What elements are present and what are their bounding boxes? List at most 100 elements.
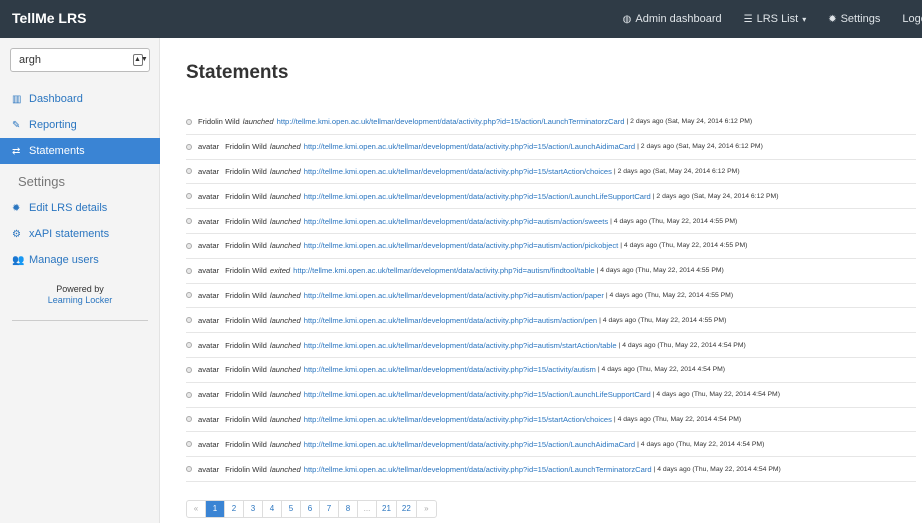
sidebar-item-label: Reporting bbox=[29, 119, 77, 131]
sidebar-item-reporting[interactable]: ✎ Reporting bbox=[0, 112, 160, 138]
statement-actor: Fridolin Wild bbox=[225, 315, 267, 325]
statement-verb: exited bbox=[269, 266, 291, 276]
statement-timestamp: | 2 days ago (Sat, May 24, 2014 6:12 PM) bbox=[637, 143, 763, 151]
statement-row: avatar Fridolin Wild launched http://tellme… bbox=[186, 135, 916, 160]
brand-logo[interactable]: TellMe LRS bbox=[12, 10, 86, 26]
statement-row: avatar Fridolin Wild launched http://tellme… bbox=[186, 160, 916, 185]
pagination: «1 2 3 4 5 6 7 8... 21 22» bbox=[186, 500, 437, 518]
avatar-icon bbox=[186, 193, 192, 200]
avatar-icon bbox=[186, 391, 192, 398]
statement-activity-link[interactable]: http://tellme.kmi.open.ac.uk/tellmar/dev… bbox=[304, 192, 651, 201]
avatar-icon bbox=[186, 168, 192, 175]
statement-activity-link[interactable]: http://tellme.kmi.open.ac.uk/tellmar/dev… bbox=[304, 291, 604, 300]
page-8[interactable]: 8 bbox=[339, 501, 358, 517]
statement-activity-link[interactable]: http://tellme.kmi.open.ac.uk/tellmar/dev… bbox=[304, 316, 597, 325]
statement-activity-link[interactable]: http://tellme.kmi.open.ac.uk/tellmar/dev… bbox=[304, 365, 596, 374]
avatar-label: avatar bbox=[198, 315, 220, 325]
page-21[interactable]: 21 bbox=[377, 501, 397, 517]
avatar-label: avatar bbox=[198, 266, 220, 276]
sidebar: argh ▲▼ ▥ Dashboard ✎ Reporting ⇄ Statem… bbox=[0, 38, 160, 523]
statement-row: avatar Fridolin Wild launched http://tellme… bbox=[186, 333, 916, 358]
avatar-label: avatar bbox=[198, 439, 220, 449]
page-7[interactable]: 7 bbox=[320, 501, 339, 517]
statement-row: avatar Fridolin Wild launched http://tellme… bbox=[186, 457, 916, 482]
statement-row: avatar Fridolin Wild launched http://tellme… bbox=[186, 432, 916, 458]
nav-admin-dashboard[interactable]: ◍ Admin dashboard bbox=[623, 13, 722, 25]
nav-lrs-list[interactable]: ☰ LRS List ▾ bbox=[744, 13, 807, 25]
statement-activity-link[interactable]: http://tellme.kmi.open.ac.uk/tellmar/dev… bbox=[304, 142, 635, 151]
avatar-icon bbox=[186, 366, 192, 373]
avatar-icon bbox=[186, 317, 192, 324]
gear-icon: ✹ bbox=[12, 202, 21, 214]
statement-row: avatar Fridolin Wild exited http://tellme.k… bbox=[186, 259, 916, 284]
statement-timestamp: | 2 days ago (Sat, May 24, 2014 6:12 PM) bbox=[613, 167, 740, 175]
statement-row: Fridolin Wild launched http://tellme.kmi.o… bbox=[186, 110, 916, 135]
avatar-icon bbox=[186, 466, 192, 473]
sidebar-item-label: Edit LRS details bbox=[29, 202, 108, 214]
statement-actor: Fridolin Wild bbox=[225, 216, 267, 226]
statement-activity-link[interactable]: http://tellme.kmi.open.ac.uk/tellmar/dev… bbox=[304, 390, 651, 399]
avatar-icon bbox=[186, 218, 192, 225]
statement-actor: Fridolin Wild bbox=[225, 414, 267, 424]
chevron-down-icon: ▾ bbox=[802, 14, 807, 24]
nav-admin-dashboard-label: Admin dashboard bbox=[635, 13, 722, 25]
nav-logout[interactable]: Logout bbox=[902, 13, 922, 25]
page-title: Statements bbox=[186, 62, 289, 83]
powered-by: Powered by Learning Locker bbox=[12, 284, 148, 321]
avatar-label: avatar bbox=[198, 365, 220, 375]
page-22[interactable]: 22 bbox=[397, 501, 417, 517]
statement-timestamp: | 2 days ago (Sat, May 24, 2014 6:12 PM) bbox=[626, 118, 753, 126]
top-navbar: TellMe LRS ◍ Admin dashboard ☰ LRS List … bbox=[0, 0, 922, 38]
sidebar-item-manage-users[interactable]: 👥 Manage users bbox=[0, 247, 160, 273]
statement-actor: Fridolin Wild bbox=[225, 390, 267, 400]
statement-actor: Fridolin Wild bbox=[225, 290, 267, 300]
statement-timestamp: | 4 days ago (Thu, May 22, 2014 4:55 PM) bbox=[605, 291, 734, 299]
avatar-icon bbox=[186, 416, 192, 423]
statement-activity-link[interactable]: http://tellme.kmi.open.ac.uk/tellmar/dev… bbox=[304, 440, 635, 449]
nav-settings[interactable]: ✹ Settings bbox=[828, 13, 880, 25]
statement-activity-link[interactable]: http://tellme.kmi.open.ac.uk/tellmar/dev… bbox=[304, 217, 608, 226]
page-next-button[interactable]: » bbox=[417, 501, 436, 517]
lrs-select[interactable]: argh ▲▼ bbox=[10, 48, 150, 72]
sidebar-item-statements[interactable]: ⇄ Statements bbox=[0, 138, 160, 164]
statement-activity-link[interactable]: http://tellme.kmi.open.ac.uk/tellmar/dev… bbox=[304, 167, 612, 176]
statement-activity-link[interactable]: http://tellme.kmi.open.ac.uk/tellmar/dev… bbox=[304, 415, 612, 424]
avatar-icon bbox=[186, 143, 192, 150]
avatar-label: avatar bbox=[198, 340, 220, 350]
statement-actor: Fridolin Wild bbox=[225, 266, 267, 276]
nav-settings-label: Settings bbox=[840, 13, 881, 25]
statement-actor: Fridolin Wild bbox=[225, 191, 267, 201]
avatar-icon bbox=[186, 292, 192, 299]
page-6[interactable]: 6 bbox=[301, 501, 320, 517]
statement-activity-link[interactable]: http://tellme.kmi.open.ac.uk/tellmar/dev… bbox=[304, 465, 652, 474]
settings-heading: Settings bbox=[18, 174, 65, 189]
statement-actor: Fridolin Wild bbox=[225, 142, 267, 152]
list-icon: ☰ bbox=[743, 13, 753, 25]
statement-timestamp: | 4 days ago (Thu, May 22, 2014 4:54 PM) bbox=[613, 415, 742, 423]
page-4[interactable]: 4 bbox=[263, 501, 282, 517]
page-prev-button[interactable]: « bbox=[187, 501, 206, 517]
statement-verb: launched bbox=[269, 166, 301, 176]
avatar-label: avatar bbox=[198, 142, 220, 152]
avatar-label: avatar bbox=[198, 166, 220, 176]
sidebar-item-xapi-statements[interactable]: ⚙ xAPI statements bbox=[0, 221, 160, 247]
gears-icon: ⚙ bbox=[12, 228, 21, 240]
statement-activity-link[interactable]: http://tellme.kmi.open.ac.uk/tellmar/dev… bbox=[304, 341, 617, 350]
page-5[interactable]: 5 bbox=[282, 501, 301, 517]
statement-row: avatar Fridolin Wild launched http://tellme… bbox=[186, 358, 916, 383]
page-2[interactable]: 2 bbox=[225, 501, 244, 517]
statement-verb: launched bbox=[269, 315, 301, 325]
statement-row: avatar Fridolin Wild launched http://tellme… bbox=[186, 209, 916, 234]
learning-locker-link[interactable]: Learning Locker bbox=[12, 295, 148, 306]
avatar-label: avatar bbox=[198, 290, 220, 300]
statement-verb: launched bbox=[269, 464, 301, 474]
statement-activity-link[interactable]: http://tellme.kmi.open.ac.uk/tellmar/dev… bbox=[293, 266, 594, 275]
sidebar-item-edit-lrs[interactable]: ✹ Edit LRS details bbox=[0, 195, 160, 221]
navbar-right: ◍ Admin dashboard ☰ LRS List ▾ ✹ Setting… bbox=[601, 0, 922, 38]
page-1[interactable]: 1 bbox=[206, 501, 225, 517]
page-3[interactable]: 3 bbox=[244, 501, 263, 517]
sidebar-item-dashboard[interactable]: ▥ Dashboard bbox=[0, 86, 160, 112]
statement-activity-link[interactable]: http://tellme.kmi.open.ac.uk/tellmar/dev… bbox=[277, 117, 625, 126]
statement-activity-link[interactable]: http://tellme.kmi.open.ac.uk/tellmar/dev… bbox=[304, 241, 619, 250]
avatar-icon bbox=[186, 267, 192, 274]
